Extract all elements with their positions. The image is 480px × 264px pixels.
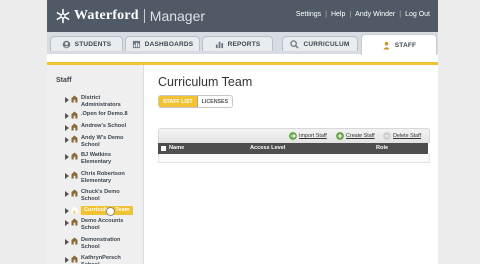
expand-arrow-icon[interactable]: [65, 154, 69, 160]
view-segmented-control: STAFF LIST LICENSES: [158, 95, 234, 108]
tab-curriculum[interactable]: CURRICULUM: [282, 36, 358, 51]
sidebar-item[interactable]: .Open for Demo.8: [65, 111, 143, 119]
expand-arrow-icon[interactable]: [65, 97, 69, 103]
nav-separator: |: [325, 11, 327, 18]
students-icon: [62, 40, 70, 48]
settings-link[interactable]: Settings: [296, 11, 321, 18]
curriculum-icon: [290, 39, 300, 49]
tab-staff-label: STAFF: [394, 41, 417, 49]
sidebar-item[interactable]: Curriculum Team: [65, 206, 143, 215]
expand-arrow-icon[interactable]: [65, 113, 69, 119]
main-content: Curriculum Team STAFF LIST LICENSES Impo…: [144, 65, 438, 264]
sidebar-item-label: Chuck's Demo School: [81, 189, 120, 202]
top-nav: Settings | Help | Andy Winder | Log Out: [296, 11, 430, 18]
import-staff-button[interactable]: Import Staff: [289, 132, 327, 140]
sidebar: Staff District Administrators .Open for D…: [47, 65, 144, 264]
brand-name: Waterford: [74, 8, 139, 23]
school-building-icon: [71, 206, 78, 214]
app-window: Waterford Manager Settings | Help | Andy…: [47, 0, 438, 264]
delete-icon: [383, 132, 391, 140]
nav-separator: |: [399, 11, 402, 18]
expand-arrow-icon[interactable]: [65, 173, 69, 179]
sidebar-title: Staff: [56, 77, 72, 84]
school-building-icon: [71, 135, 78, 143]
sidebar-item-label: .Open for Demo.8: [81, 111, 128, 117]
mouse-cursor: [106, 207, 115, 216]
school-building-icon: [71, 111, 78, 119]
sidebar-item-label: Andrew's School: [81, 123, 127, 129]
delete-staff-label: Delete Staff: [393, 133, 422, 139]
top-header: Waterford Manager Settings | Help | Andy…: [47, 0, 438, 32]
sidebar-item-label: Demo Accounts School: [81, 218, 124, 231]
dashboards-icon: [132, 40, 140, 48]
tab-staff[interactable]: STAFF: [361, 34, 437, 55]
column-role[interactable]: Role: [376, 145, 388, 151]
sidebar-item-label: Chris Robertson Elementary: [81, 171, 125, 184]
create-staff-button[interactable]: Create Staff: [336, 132, 375, 140]
sidebar-item-label: District Administrators: [81, 95, 121, 108]
sidebar-item-label: Demonstration School: [81, 237, 121, 250]
expand-arrow-icon[interactable]: [65, 257, 69, 263]
school-building-icon: [71, 152, 78, 160]
school-building-icon: [71, 189, 78, 197]
school-building-icon: [71, 95, 78, 103]
expand-arrow-icon[interactable]: [65, 208, 69, 214]
tab-students[interactable]: STUDENTS: [50, 36, 123, 51]
tab-reports-label: REPORTS: [227, 40, 261, 48]
create-staff-label: Create Staff: [346, 133, 375, 139]
nav-separator: |: [349, 11, 352, 18]
column-name[interactable]: Name: [169, 145, 184, 151]
logo[interactable]: Waterford Manager: [55, 7, 205, 25]
school-building-icon: [71, 218, 78, 226]
school-building-icon: [71, 237, 78, 245]
sidebar-item-label: KathrynPersch School: [81, 255, 121, 264]
sidebar-item[interactable]: Demonstration School: [65, 237, 143, 250]
school-building-icon: [71, 255, 78, 263]
sidebar-item[interactable]: KathrynPersch School: [65, 255, 143, 264]
tab-reports[interactable]: REPORTS: [202, 36, 273, 51]
sidebar-item-label: Andy W's Demo School: [81, 135, 124, 148]
sidebar-item[interactable]: Demo Accounts School: [65, 218, 143, 231]
table-header: Name Access Level Role: [158, 143, 428, 154]
column-access-level[interactable]: Access Level: [250, 145, 285, 151]
sidebar-item-label: BJ Watkins Elementary: [81, 152, 112, 165]
sidebar-item[interactable]: District Administrators: [65, 95, 143, 108]
sidebar-item[interactable]: BJ Watkins Elementary: [65, 152, 143, 165]
logout-link[interactable]: Log Out: [405, 11, 430, 18]
expand-arrow-icon[interactable]: [65, 239, 69, 245]
expand-arrow-icon[interactable]: [65, 137, 69, 143]
sidebar-item[interactable]: Andy W's Demo School: [65, 135, 143, 148]
sidebar-item[interactable]: Andrew's School: [65, 123, 143, 131]
page-title: Curriculum Team: [158, 75, 253, 89]
product-name: Manager: [149, 8, 206, 24]
delete-staff-button[interactable]: Delete Staff: [383, 132, 421, 140]
table-body-empty: [158, 154, 430, 163]
school-building-icon: [71, 123, 78, 131]
add-icon: [336, 132, 344, 140]
expand-arrow-icon[interactable]: [65, 125, 69, 131]
help-link[interactable]: Help: [331, 11, 345, 18]
expand-arrow-icon[interactable]: [65, 191, 69, 197]
import-staff-label: Import Staff: [299, 133, 327, 139]
tab-curriculum-label: CURRICULUM: [303, 40, 350, 48]
tab-students-label: STUDENTS: [74, 40, 112, 48]
table-toolbar: Import Staff Create Staff Delete Staff: [158, 128, 430, 143]
tab-dashboards[interactable]: DASHBOARDS: [125, 36, 200, 51]
staff-icon: [383, 41, 390, 50]
reports-icon: [215, 41, 223, 48]
school-building-icon: [71, 171, 78, 179]
licenses-segment[interactable]: LICENSES: [197, 96, 233, 107]
main-tabs: STUDENTS DASHBOARDS REPORTS CURRICULUM S…: [47, 32, 438, 55]
sidebar-item[interactable]: Chuck's Demo School: [65, 189, 143, 202]
expand-arrow-icon[interactable]: [65, 220, 69, 226]
import-icon: [289, 132, 297, 140]
user-name-link[interactable]: Andy Winder: [355, 11, 395, 18]
staff-list-segment[interactable]: STAFF LIST: [159, 96, 198, 107]
select-all-checkbox[interactable]: [161, 146, 166, 151]
tab-dashboards-label: DASHBOARDS: [144, 40, 194, 48]
logo-divider: [143, 9, 145, 23]
snowflake-logo-icon: [56, 8, 70, 24]
sidebar-item[interactable]: Chris Robertson Elementary: [65, 171, 143, 184]
